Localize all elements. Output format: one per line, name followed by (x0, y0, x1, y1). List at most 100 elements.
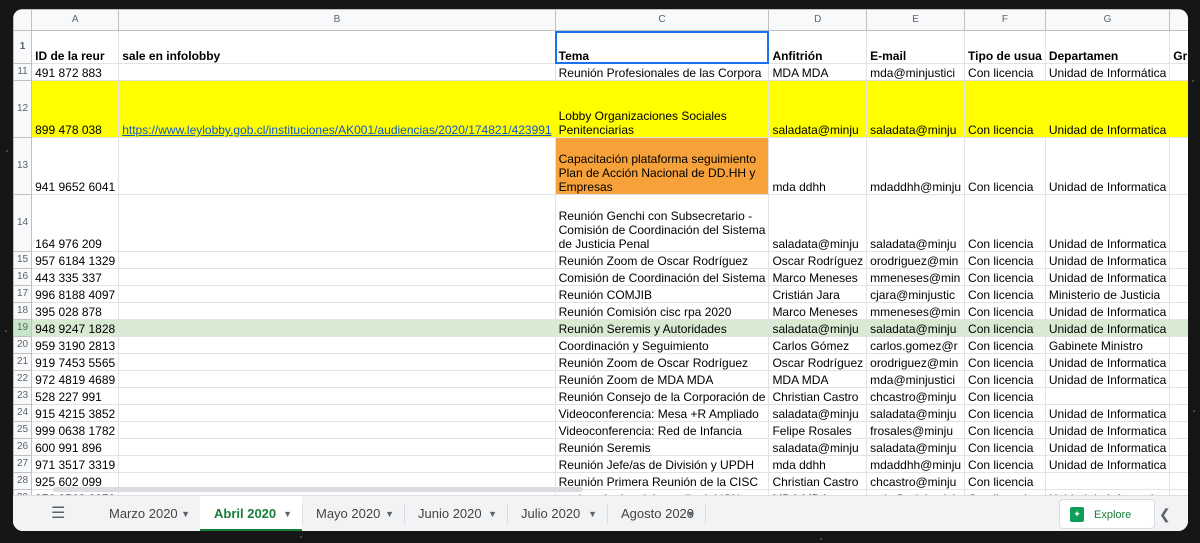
sheet-tab[interactable]: Junio 2020 ▼ (404, 496, 507, 531)
table-cell[interactable]: Con licencia (964, 63, 1046, 81)
table-cell[interactable]: Marco Meneses (768, 268, 868, 286)
row-number[interactable]: 15 (13, 251, 33, 269)
table-cell[interactable]: 999 0638 1782 (31, 421, 120, 439)
table-cell[interactable]: 395 028 878 (31, 302, 120, 320)
table-cell[interactable]: mdaddhh@minju (866, 137, 966, 195)
row-number[interactable]: 26 (13, 438, 33, 456)
table-cell[interactable]: Unidad de Informatica (1044, 421, 1171, 439)
table-cell[interactable]: Con licencia (964, 387, 1046, 405)
table-cell[interactable]: Coordinación y Seguimiento (554, 336, 770, 354)
table-cell[interactable] (118, 404, 556, 422)
table-cell[interactable]: 164 976 209 (31, 194, 120, 252)
table-cell[interactable]: 941 9652 6041 (31, 137, 120, 195)
table-cell[interactable]: mda ddhh (768, 455, 868, 473)
table-cell[interactable] (1044, 387, 1171, 405)
caret-down-icon[interactable]: ▼ (181, 496, 190, 531)
column-header[interactable]: G (1044, 9, 1171, 31)
table-cell[interactable] (1169, 285, 1188, 303)
column-header[interactable]: E (866, 9, 966, 31)
table-cell[interactable]: mda ddhh (768, 137, 868, 195)
table-cell[interactable]: Reunión Zoom de MDA MDA (554, 370, 770, 388)
table-cell[interactable]: saladata@minju (866, 404, 966, 422)
table-cell[interactable]: Unidad de Informatica (1044, 404, 1171, 422)
select-all-corner[interactable] (13, 9, 33, 31)
row-number[interactable]: 28 (13, 472, 33, 490)
table-cell[interactable]: 915 4215 3852 (31, 404, 120, 422)
row-number[interactable]: 22 (13, 370, 33, 388)
caret-down-icon[interactable]: ▼ (588, 496, 597, 531)
table-cell[interactable] (1169, 370, 1188, 388)
table-cell[interactable]: Unidad de Informática (1044, 63, 1171, 81)
table-cell[interactable]: 971 3517 3319 (31, 455, 120, 473)
table-cell[interactable]: frosales@minju (866, 421, 966, 439)
header-cell[interactable]: Anfitrión (768, 30, 868, 64)
header-cell[interactable]: Tema (554, 30, 770, 64)
table-cell[interactable]: Felipe Rosales (768, 421, 868, 439)
table-cell[interactable]: 600 991 896 (31, 438, 120, 456)
table-cell[interactable]: Unidad de Informatica (1044, 455, 1171, 473)
horizontal-scrollbar[interactable] (53, 487, 583, 492)
table-cell[interactable]: Lobby Organizaciones Sociales Penitencia… (554, 80, 770, 138)
table-cell[interactable]: Reunión Genchi con Subsecretario - Comis… (554, 194, 770, 252)
table-cell[interactable]: Reunión Profesionales de las Corpora (554, 63, 770, 81)
table-cell[interactable] (118, 370, 556, 388)
table-cell[interactable]: MDA MDA (768, 63, 868, 81)
sheet-tab[interactable]: Marzo 2020 ▼ (95, 496, 200, 531)
table-cell[interactable]: saladata@minju (768, 80, 868, 138)
table-cell[interactable] (1169, 302, 1188, 320)
header-cell[interactable]: E-mail (866, 30, 966, 64)
table-cell[interactable]: 491 872 883 (31, 63, 120, 81)
sheet-tab[interactable]: Abril 2020 ▼ (200, 496, 302, 531)
table-cell[interactable]: Reunión Primera Reunión de la CISC (554, 472, 770, 490)
table-cell[interactable] (1169, 63, 1188, 81)
table-cell[interactable] (118, 353, 556, 371)
table-cell[interactable]: Oscar Rodríguez (768, 353, 868, 371)
table-cell[interactable]: Con licencia (964, 438, 1046, 456)
table-cell[interactable] (118, 302, 556, 320)
table-cell[interactable]: saladata@minju (866, 319, 966, 337)
table-cell[interactable]: Reunión Comisión cisc rpa 2020 (554, 302, 770, 320)
table-cell[interactable]: chcastro@minju (866, 387, 966, 405)
sheet-tab[interactable]: Agosto 2020 ▼ (607, 496, 705, 531)
table-cell[interactable]: Unidad de Informatica (1044, 194, 1171, 252)
header-cell[interactable]: Grupo (1169, 30, 1188, 64)
table-cell[interactable]: Comisión de Coordinación del Sistema (554, 268, 770, 286)
column-header[interactable]: A (31, 9, 120, 31)
table-cell[interactable]: Reunión Jefe/as de División y UPDH (554, 455, 770, 473)
spreadsheet-grid[interactable]: ABCDEFGHIJKL1ID de la reursale en infolo… (13, 9, 1188, 495)
caret-down-icon[interactable]: ▼ (686, 496, 695, 531)
row-number[interactable]: 20 (13, 336, 33, 354)
table-cell[interactable]: 443 335 337 (31, 268, 120, 286)
table-cell[interactable]: Reunión Seremis y Autoridades (554, 319, 770, 337)
table-cell[interactable]: Con licencia (964, 80, 1046, 138)
table-cell[interactable]: orodriguez@min (866, 251, 966, 269)
table-cell[interactable]: Unidad de Informatica (1044, 251, 1171, 269)
column-header[interactable]: H (1169, 9, 1188, 31)
table-cell[interactable] (1044, 472, 1171, 490)
caret-down-icon[interactable]: ▼ (283, 496, 292, 531)
table-cell[interactable]: Con licencia (964, 404, 1046, 422)
table-cell[interactable] (1169, 353, 1188, 371)
table-cell[interactable]: Unidad de Informatica (1044, 370, 1171, 388)
table-cell[interactable]: Reunión Zoom de Oscar Rodríguez (554, 251, 770, 269)
table-cell[interactable] (1169, 455, 1188, 473)
table-cell[interactable]: Con licencia (964, 472, 1046, 490)
table-cell[interactable] (118, 137, 556, 195)
table-cell[interactable]: Unidad de Informatica (1044, 80, 1171, 138)
header-cell[interactable]: Departamen (1044, 30, 1171, 64)
table-cell[interactable]: Videoconferencia: Red de Infancia (554, 421, 770, 439)
table-cell[interactable]: mda@minjustici (866, 370, 966, 388)
table-cell[interactable] (1169, 194, 1188, 252)
table-cell[interactable]: mda@minjustici (866, 63, 966, 81)
table-cell[interactable] (118, 194, 556, 252)
table-cell[interactable]: carlos.gomez@r (866, 336, 966, 354)
row-number[interactable]: 19 (13, 319, 33, 337)
column-header[interactable]: F (964, 9, 1046, 31)
table-cell[interactable]: Capacitación plataforma seguimiento Plan… (554, 137, 770, 195)
row-number[interactable]: 13 (13, 137, 33, 195)
table-cell[interactable]: saladata@minju (866, 80, 966, 138)
header-cell[interactable]: ID de la reur (31, 30, 120, 64)
row-number[interactable]: 27 (13, 455, 33, 473)
table-cell[interactable]: mmeneses@min (866, 268, 966, 286)
table-cell[interactable]: Con licencia (964, 194, 1046, 252)
